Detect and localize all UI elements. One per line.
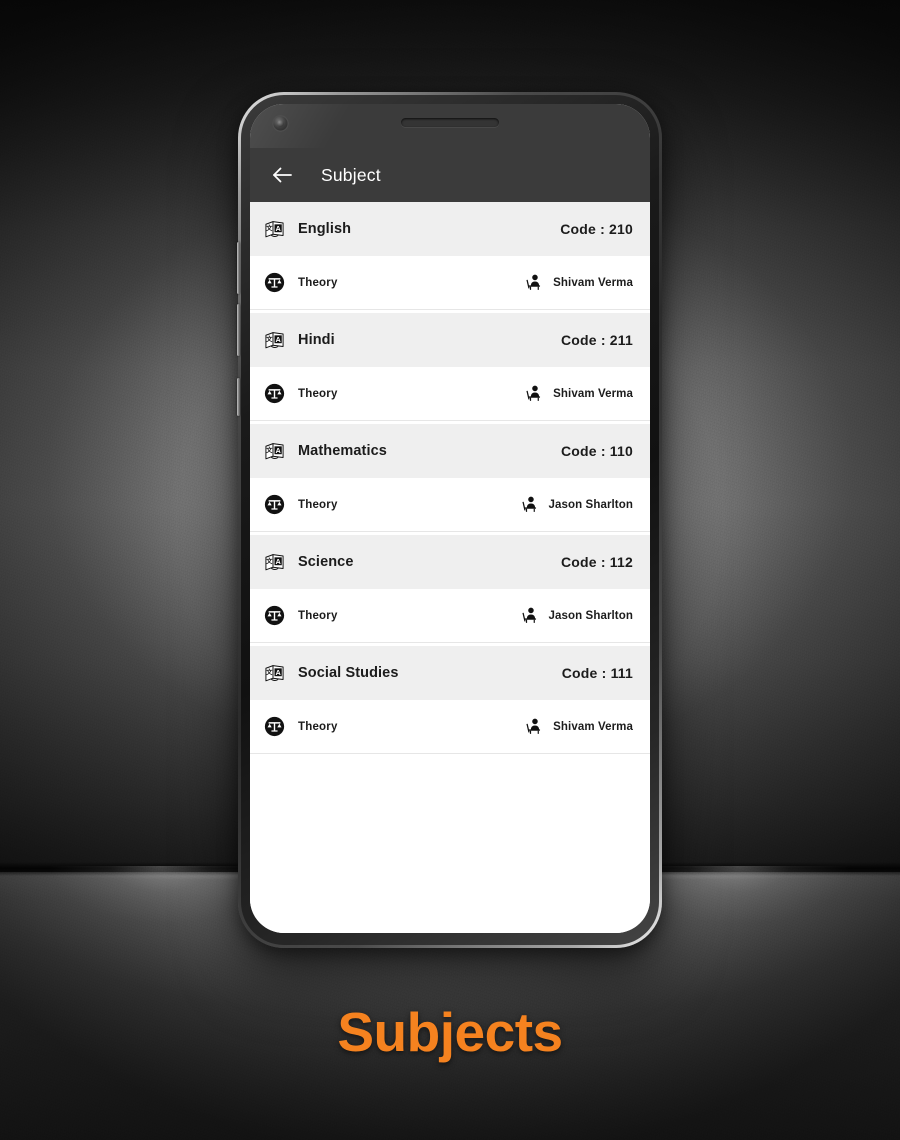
subject-code: Code : 111: [561, 665, 633, 681]
theory-row[interactable]: Theory Shivam Verma: [250, 700, 650, 754]
subject-row-left: A 文 English: [264, 219, 560, 240]
subject-code: Code : 210: [560, 221, 633, 237]
theory-row-left: Theory: [264, 383, 525, 404]
teacher-at-desk-icon: [526, 274, 541, 290]
svg-text:A: A: [275, 445, 281, 454]
subject-row[interactable]: A 文 English Code : 210: [250, 202, 650, 256]
theory-label: Theory: [298, 387, 338, 400]
svg-text:A: A: [275, 334, 281, 343]
subject-group: A 文 Hindi Code : 211 Theory Shivam Verma: [250, 313, 650, 421]
theory-row-left: Theory: [264, 494, 521, 515]
translate-book-icon: A 文: [265, 220, 284, 237]
subject-row[interactable]: A 文 Social Studies Code : 111: [250, 646, 650, 700]
theory-row[interactable]: Theory Jason Sharlton: [250, 589, 650, 643]
balance-scales-circle-icon: [264, 494, 285, 515]
teacher-at-desk-icon: [521, 496, 536, 512]
front-camera-icon: [272, 115, 289, 132]
subject-row-left: A 文 Science: [264, 552, 561, 573]
app-bar: Subject: [250, 148, 650, 202]
earpiece-speaker-icon: [401, 118, 499, 127]
volume-up-button[interactable]: [237, 242, 240, 294]
teacher-name: Shivam Verma: [553, 720, 633, 733]
svg-text:A: A: [275, 223, 281, 232]
subject-name: Science: [298, 554, 354, 570]
svg-text:文: 文: [266, 333, 273, 342]
theory-row-right: Shivam Verma: [525, 384, 633, 403]
translate-book-icon: A 文: [265, 664, 284, 681]
phone-body: Subject A 文 English Code: 210 Theory Sh…: [241, 95, 659, 945]
theory-row[interactable]: Theory Jason Sharlton: [250, 478, 650, 532]
back-arrow-icon[interactable]: [269, 162, 295, 188]
subject-list[interactable]: A 文 English Code : 210 Theory Shivam Ver…: [250, 202, 650, 933]
svg-text:A: A: [275, 556, 281, 565]
balance-scales-circle-icon: [264, 716, 285, 737]
subject-group: A 文 Mathematics Code : 110 Theory Jason …: [250, 424, 650, 532]
balance-scales-circle-icon: [264, 272, 285, 293]
svg-text:文: 文: [266, 666, 273, 675]
theory-row-left: Theory: [264, 605, 521, 626]
balance-scales-circle-icon: [264, 383, 285, 404]
theory-row[interactable]: Theory Shivam Verma: [250, 256, 650, 310]
subject-name: Social Studies: [298, 665, 399, 681]
theory-row-right: Jason Sharlton: [521, 495, 633, 514]
subject-name: Mathematics: [298, 443, 387, 459]
teacher-at-desk-icon: [526, 385, 541, 401]
theory-row-right: Jason Sharlton: [521, 606, 633, 625]
subject-row-left: A 文 Hindi: [264, 330, 561, 351]
theory-row-right: Shivam Verma: [525, 717, 633, 736]
subject-row[interactable]: A 文 Mathematics Code : 110: [250, 424, 650, 478]
svg-text:文: 文: [266, 222, 273, 231]
screen-sheen: [250, 104, 370, 148]
teacher-name: Shivam Verma: [553, 387, 633, 400]
subject-group: A 文 Science Code : 112 Theory Jason Shar…: [250, 535, 650, 643]
subject-row[interactable]: A 文 Science Code : 112: [250, 535, 650, 589]
theory-label: Theory: [298, 720, 338, 733]
bixby-button[interactable]: [237, 378, 240, 416]
subject-row-left: A 文 Mathematics: [264, 441, 561, 462]
teacher-at-desk-icon: [521, 607, 536, 623]
theory-label: Theory: [298, 498, 338, 511]
subject-group: A 文 Social Studies Code : 111 Theory Shi…: [250, 646, 650, 754]
translate-book-icon: A 文: [265, 442, 284, 459]
caption-title: Subjects: [337, 1001, 563, 1063]
teacher-name: Jason Sharlton: [548, 498, 633, 511]
translate-book-icon: A 文: [265, 331, 284, 348]
page-title: Subject: [321, 164, 381, 185]
theory-label: Theory: [298, 276, 338, 289]
phone-mockup: Subject A 文 English Code: 210 Theory Sh…: [237, 92, 662, 948]
subject-name: Hindi: [298, 332, 335, 348]
teacher-name: Shivam Verma: [553, 276, 633, 289]
theory-row-left: Theory: [264, 272, 525, 293]
volume-down-button[interactable]: [237, 304, 240, 356]
svg-text:文: 文: [266, 555, 273, 564]
subject-row-left: A 文 Social Studies: [264, 663, 562, 684]
balance-scales-circle-icon: [264, 605, 285, 626]
phone-top-sensor-strip: [250, 104, 650, 148]
theory-row-right: Shivam Verma: [525, 273, 633, 292]
svg-text:A: A: [275, 667, 281, 676]
subject-group: A 文 English Code : 210 Theory Shivam Ver…: [250, 202, 650, 310]
subject-name: English: [298, 221, 352, 237]
phone-screen: Subject A 文 English Code: 210 Theory Sh…: [250, 104, 650, 933]
subject-code: Code : 110: [560, 443, 633, 459]
theory-label: Theory: [298, 609, 338, 622]
subject-row[interactable]: A 文 Hindi Code : 211: [250, 313, 650, 367]
subject-code: Code : 112: [560, 554, 633, 570]
svg-text:文: 文: [266, 444, 273, 453]
theory-row[interactable]: Theory Shivam Verma: [250, 367, 650, 421]
translate-book-icon: A 文: [265, 553, 284, 570]
teacher-name: Jason Sharlton: [548, 609, 633, 622]
subject-code: Code : 211: [560, 332, 633, 348]
teacher-at-desk-icon: [526, 718, 541, 734]
theory-row-left: Theory: [264, 716, 525, 737]
